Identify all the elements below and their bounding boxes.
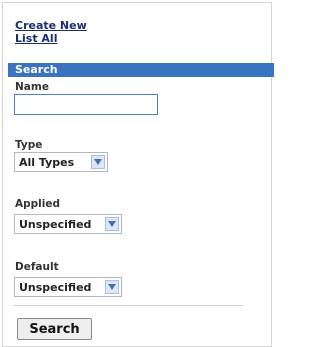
applied-select[interactable]: Unspecified <box>14 214 122 234</box>
chevron-down-icon[interactable] <box>105 280 119 294</box>
type-select-value: All Types <box>19 156 75 169</box>
name-label: Name <box>15 81 49 93</box>
search-section-header: Search <box>8 63 274 77</box>
chevron-down-icon[interactable] <box>105 217 119 231</box>
name-input[interactable] <box>14 94 158 115</box>
default-select[interactable]: Unspecified <box>14 277 122 297</box>
applied-label: Applied <box>15 198 60 210</box>
type-label: Type <box>15 139 43 151</box>
default-select-value: Unspecified <box>19 281 92 294</box>
default-label: Default <box>15 261 59 273</box>
action-links: Create New List All <box>15 19 87 45</box>
applied-select-value: Unspecified <box>19 218 92 231</box>
create-new-link[interactable]: Create New <box>15 19 87 32</box>
list-all-link[interactable]: List All <box>15 32 87 45</box>
chevron-down-icon[interactable] <box>91 155 105 169</box>
divider <box>14 305 243 306</box>
type-select[interactable]: All Types <box>14 152 108 172</box>
search-button[interactable]: Search <box>17 318 92 340</box>
